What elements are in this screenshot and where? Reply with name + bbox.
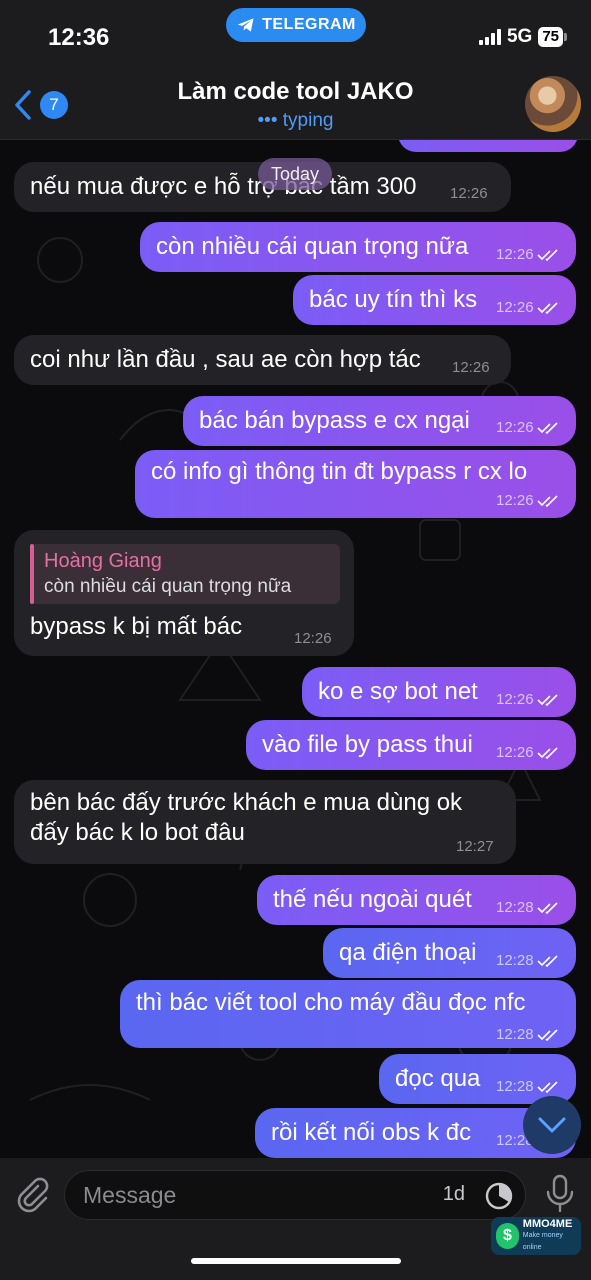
double-check-icon <box>536 301 558 314</box>
telegram-pill-label: TELEGRAM <box>262 16 356 33</box>
chat-title[interactable]: Làm code tool JAKO <box>0 78 591 106</box>
message-text: rồi kết nối obs k đc <box>271 1119 472 1146</box>
reply-quote[interactable]: Hoàng Giang còn nhiều cái quan trọng nữa <box>30 544 340 604</box>
battery-icon: 75 <box>538 27 567 47</box>
dollar-coin-icon: $ <box>496 1223 519 1249</box>
scroll-down-button[interactable] <box>523 1096 581 1154</box>
message-text: vào file by pass thui <box>262 731 473 758</box>
message-time: 12:26 <box>496 299 559 316</box>
message-time: 12:26 <box>496 246 559 263</box>
watermark-logo: $ MMO4ME Make money online <box>491 1217 581 1255</box>
message-text: thế nếu ngoài quét <box>273 886 472 913</box>
signal-icon <box>478 29 501 45</box>
telegram-pill[interactable]: TELEGRAM <box>226 8 366 42</box>
watermark-tagline: Make money online <box>522 1232 563 1251</box>
network-label: 5G <box>506 26 533 47</box>
clock: 12:36 <box>48 24 110 51</box>
message-text: bác uy tín thì ks <box>309 286 478 313</box>
double-check-icon <box>536 901 558 914</box>
status-bar: 12:36 TELEGRAM 5G 75 <box>0 0 591 70</box>
reply-author: Hoàng Giang <box>44 550 162 572</box>
avatar[interactable] <box>525 76 581 132</box>
typing-dots-icon: ••• <box>257 110 278 131</box>
auto-delete-label[interactable]: 1d <box>443 1183 465 1206</box>
message-incoming[interactable]: coi như lần đầu , sau ae còn hợp tác <box>14 335 511 385</box>
message-time: 12:28 <box>496 1026 559 1043</box>
message-text: thì bác viết tool cho máy đầu đọc nfc <box>136 989 526 1016</box>
message-bubble-partial[interactable] <box>398 140 578 152</box>
double-check-icon <box>536 1080 558 1093</box>
double-check-icon <box>536 954 558 967</box>
message-text: bên bác đấy trước khách e mua dùng ok <box>30 789 463 816</box>
message-input[interactable] <box>83 1171 413 1219</box>
message-field[interactable]: 1d <box>64 1170 526 1220</box>
message-text: ko e sợ bot net <box>318 678 478 705</box>
double-check-icon <box>536 421 558 434</box>
message-text: có info gì thông tin đt bypass r cx lo <box>151 458 528 485</box>
message-text: qa điện thoại <box>339 939 477 966</box>
microphone-icon[interactable] <box>545 1174 575 1214</box>
message-time: 12:26 <box>450 185 488 202</box>
message-time: 12:26 <box>496 744 559 761</box>
date-divider: Today <box>258 158 332 190</box>
message-text: còn nhiều cái quan trọng nữa <box>156 233 469 260</box>
message-time: 12:26 <box>496 492 559 509</box>
status-indicators: 5G 75 <box>478 26 567 48</box>
battery-level: 75 <box>538 27 563 47</box>
message-text: nếu mua được e hỗ trợ bác tầm 300 <box>30 173 417 200</box>
message-text: bypass k bị mất bác <box>30 613 243 640</box>
message-time: 12:26 <box>294 630 332 647</box>
message-text: coi như lần đầu , sau ae còn hợp tác <box>30 346 421 373</box>
message-time: 12:28 <box>496 952 559 969</box>
message-text: bác bán bypass e cx ngại <box>199 407 470 434</box>
double-check-icon <box>536 746 558 759</box>
double-check-icon <box>536 1028 558 1041</box>
chat-header: 7 Làm code tool JAKO ••• typing <box>0 70 591 140</box>
double-check-icon <box>536 248 558 261</box>
message-text-line2: đấy bác k lo bot đâu <box>30 819 245 846</box>
message-time: 12:28 <box>496 1078 559 1095</box>
double-check-icon <box>536 494 558 507</box>
message-time: 12:26 <box>496 691 559 708</box>
chat-status: ••• typing <box>0 110 591 132</box>
home-indicator[interactable] <box>191 1258 401 1264</box>
chat-status-text: typing <box>282 110 334 131</box>
reply-text: còn nhiều cái quan trọng nữa <box>44 576 292 597</box>
watermark-brand: MMO4ME <box>522 1218 573 1230</box>
chevron-down-icon <box>538 1117 566 1133</box>
message-text: đọc qua <box>395 1065 481 1092</box>
paperclip-icon[interactable] <box>14 1176 50 1214</box>
telegram-icon <box>237 18 254 32</box>
timer-icon[interactable] <box>483 1180 515 1212</box>
message-time: 12:26 <box>452 359 490 376</box>
message-time: 12:26 <box>496 419 559 436</box>
message-time: 12:28 <box>496 899 559 916</box>
message-incoming[interactable]: bên bác đấy trước khách e mua dùng ok đấ… <box>14 780 516 864</box>
message-list[interactable]: nếu mua được e hỗ trợ bác tầm 300 12:26 … <box>0 140 591 1158</box>
message-time: 12:27 <box>456 838 494 855</box>
double-check-icon <box>536 693 558 706</box>
